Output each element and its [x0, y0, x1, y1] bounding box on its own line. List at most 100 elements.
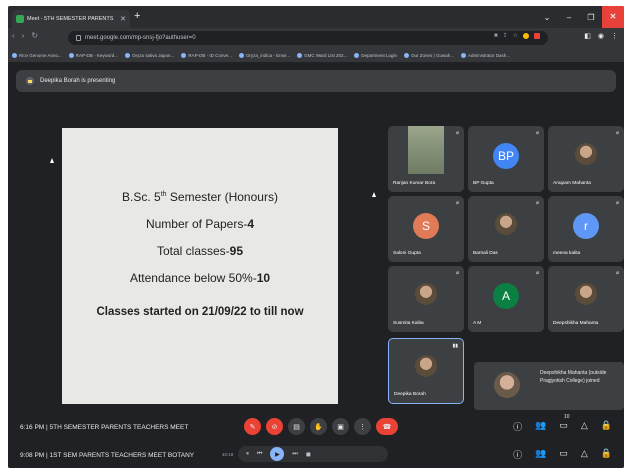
participant-tile[interactable]: BP ⌀ BP Gupta [468, 126, 544, 192]
back-icon[interactable]: ‹ [12, 31, 15, 40]
chat-icon[interactable]: ▭ [559, 420, 568, 433]
bookmark-label: RAP-DB - ID Conve... [188, 52, 232, 58]
info-icon[interactable]: ⓘ [513, 420, 522, 433]
bookmark-label: Administrator Dash... [467, 52, 510, 58]
join-notification-text: Deepshikha Mahanta (outside Pragjyotish … [540, 370, 607, 384]
participant-photo [415, 282, 437, 305]
participant-tile[interactable]: S ⌀ Saloni Gupta [388, 196, 464, 262]
participant-tile[interactable]: ⌀ Ranjan Kumar Bora [388, 126, 464, 192]
extension-icon[interactable] [523, 32, 529, 39]
bookmark-icon [354, 52, 360, 58]
host-controls-icon[interactable]: 🔒 [601, 420, 612, 433]
stop-icon[interactable]: ◼ [306, 451, 311, 458]
bookmark-icon [460, 52, 466, 58]
camera-icon[interactable]: ■ [494, 33, 498, 39]
window-close-icon[interactable]: ✕ [602, 6, 624, 28]
bookmark-icon [181, 52, 187, 58]
star-icon[interactable]: ☆ [513, 32, 518, 39]
participant-avatar: r [573, 212, 599, 239]
bookmark-item[interactable]: Administrator Dash... [460, 52, 510, 58]
activities-icon[interactable]: △ [581, 420, 588, 433]
nav-buttons: ‹ › ↻ [12, 31, 38, 40]
present-icon[interactable]: ▣ [332, 418, 349, 435]
bookmark-item[interactable]: Rice Genome Anno... [12, 52, 62, 58]
browser-tabbar: Meet - 5TH SEMESTER PARENTS ✕ + ⌄ – ❐ ✕ [8, 6, 624, 28]
participant-tile[interactable]: ⌀ Barnali Das [468, 196, 544, 262]
minimize-icon[interactable]: – [558, 13, 580, 22]
sidepanel-icon[interactable]: ◧ [584, 32, 591, 40]
share-icon[interactable]: ⇪ [503, 32, 508, 39]
host-controls-icon-2[interactable]: 🔒 [601, 448, 612, 461]
bookmark-item[interactable]: Oryza_indica - Ense... [238, 52, 290, 58]
people-icon[interactable]: 👥 [535, 420, 546, 433]
meet-right-icons-2: ⓘ 👥 ▭ △ 🔒 [513, 448, 612, 461]
previous-icon[interactable]: ⏮ [257, 451, 262, 458]
pointer-cursor-icon [50, 158, 54, 163]
slide-line-course: B.Sc. 5th Semester (Honours) [122, 190, 278, 204]
reload-icon[interactable]: ↻ [31, 31, 38, 40]
mic-muted-icon: ⌀ [455, 270, 459, 276]
play-icon[interactable]: ▶ [270, 447, 285, 461]
tab-title: Meet - 5TH SEMESTER PARENTS [27, 16, 114, 22]
chat-icon-2[interactable]: ▭ [559, 448, 568, 461]
bookmark-item[interactable]: Department Login [354, 52, 397, 58]
presenting-banner: Deepika Borah is presenting [16, 70, 616, 92]
pause-icon[interactable]: ⏸ [246, 451, 249, 458]
maximize-icon[interactable]: ❐ [580, 13, 602, 22]
end-call-icon[interactable]: ☎ [376, 418, 398, 435]
browser-tab[interactable]: Meet - 5TH SEMESTER PARENTS ✕ [12, 10, 130, 28]
bookmark-label: RAP-DB - Keyword... [75, 52, 119, 58]
bookmark-item[interactable]: RAP-DB - ID Conve... [181, 52, 232, 58]
mic-off-icon[interactable]: ✎ [244, 418, 261, 435]
screen: Meet - 5TH SEMESTER PARENTS ✕ + ⌄ – ❐ ✕ … [8, 6, 624, 468]
joined-user-avatar [494, 372, 520, 398]
meeting-time-title: 6:16 PM | 5TH SEMESTER PARENTS TEACHERS … [20, 424, 189, 431]
papers-label: Number of Papers- [145, 217, 248, 231]
bookmark-label: Our Zones | Guwah... [411, 52, 454, 58]
slide: B.Sc. 5th Semester (Honours) Number of P… [62, 128, 338, 404]
participant-avatar: S [413, 212, 439, 239]
participant-tile[interactable]: A ⌀ A M [468, 266, 544, 332]
attendance-value: 10 [256, 271, 271, 285]
raise-hand-icon[interactable]: ✋ [310, 418, 327, 435]
presenting-text: Deepika Borah is presenting [40, 78, 116, 84]
slide-line-classes: Total classes-95 [157, 244, 243, 258]
attendance-label: Attendance below 50%- [129, 271, 257, 285]
bookmark-item[interactable]: GMC Ward List 202... [297, 52, 348, 58]
bookmark-item[interactable]: RAP-DB - Keyword... [68, 52, 119, 58]
bookmark-icon [125, 52, 131, 58]
recording-extension-icon[interactable] [534, 32, 540, 39]
participant-name: Deepshikha Mahanta [553, 321, 599, 326]
close-tab-icon[interactable]: ✕ [120, 16, 126, 23]
presentation-stage[interactable]: B.Sc. 5th Semester (Honours) Number of P… [16, 128, 382, 404]
participant-tile[interactable]: ⌀ Deepshikha Mahanta [548, 266, 624, 332]
participant-name: Barnali Das [473, 251, 498, 256]
next-icon[interactable]: ⏭ [292, 451, 297, 458]
mic-muted-icon: ⌀ [615, 200, 619, 206]
camera-off-icon[interactable]: ⊘ [266, 418, 283, 435]
bookmark-item[interactable]: Oryza sativa Japon... [125, 52, 174, 58]
bookmark-item[interactable]: Our Zones | Guwah... [404, 52, 454, 58]
toolbar-right: ◧ ◉ ⋮ [584, 32, 618, 40]
mouse-cursor-icon [372, 192, 376, 197]
captions-icon[interactable]: ▤ [288, 418, 305, 435]
profile-icon[interactable]: ◉ [598, 32, 604, 40]
activities-icon-2[interactable]: △ [581, 448, 588, 461]
participant-tile[interactable]: ▮▮ Deepika Borah [388, 338, 464, 404]
course-prefix: B.Sc. 5 [122, 190, 161, 204]
address-bar[interactable]: meet.google.com/mp-snsj-fjo?authuser=0 ■… [68, 31, 548, 45]
info-icon-2[interactable]: ⓘ [513, 448, 522, 461]
menu-icon[interactable]: ⋮ [611, 32, 618, 40]
new-tab-icon[interactable]: + [134, 11, 140, 22]
chevron-down-icon[interactable]: ⌄ [536, 13, 558, 22]
participant-tile[interactable]: ⌀ Anupam Mahanta [548, 126, 624, 192]
participant-tile[interactable]: ⌀ Susmita Kalita [388, 266, 464, 332]
more-options-icon[interactable]: ⋮ [354, 418, 371, 435]
participant-tile[interactable]: r ⌀ meena kalita [548, 196, 624, 262]
forward-icon[interactable]: › [22, 31, 25, 40]
people-icon-2[interactable]: 👥 [535, 448, 546, 461]
presenting-icon [26, 77, 34, 85]
bookmark-icon [68, 52, 74, 58]
participant-name: meena kalita [553, 251, 581, 256]
bookmark-label: GMC Ward List 202... [304, 52, 348, 58]
